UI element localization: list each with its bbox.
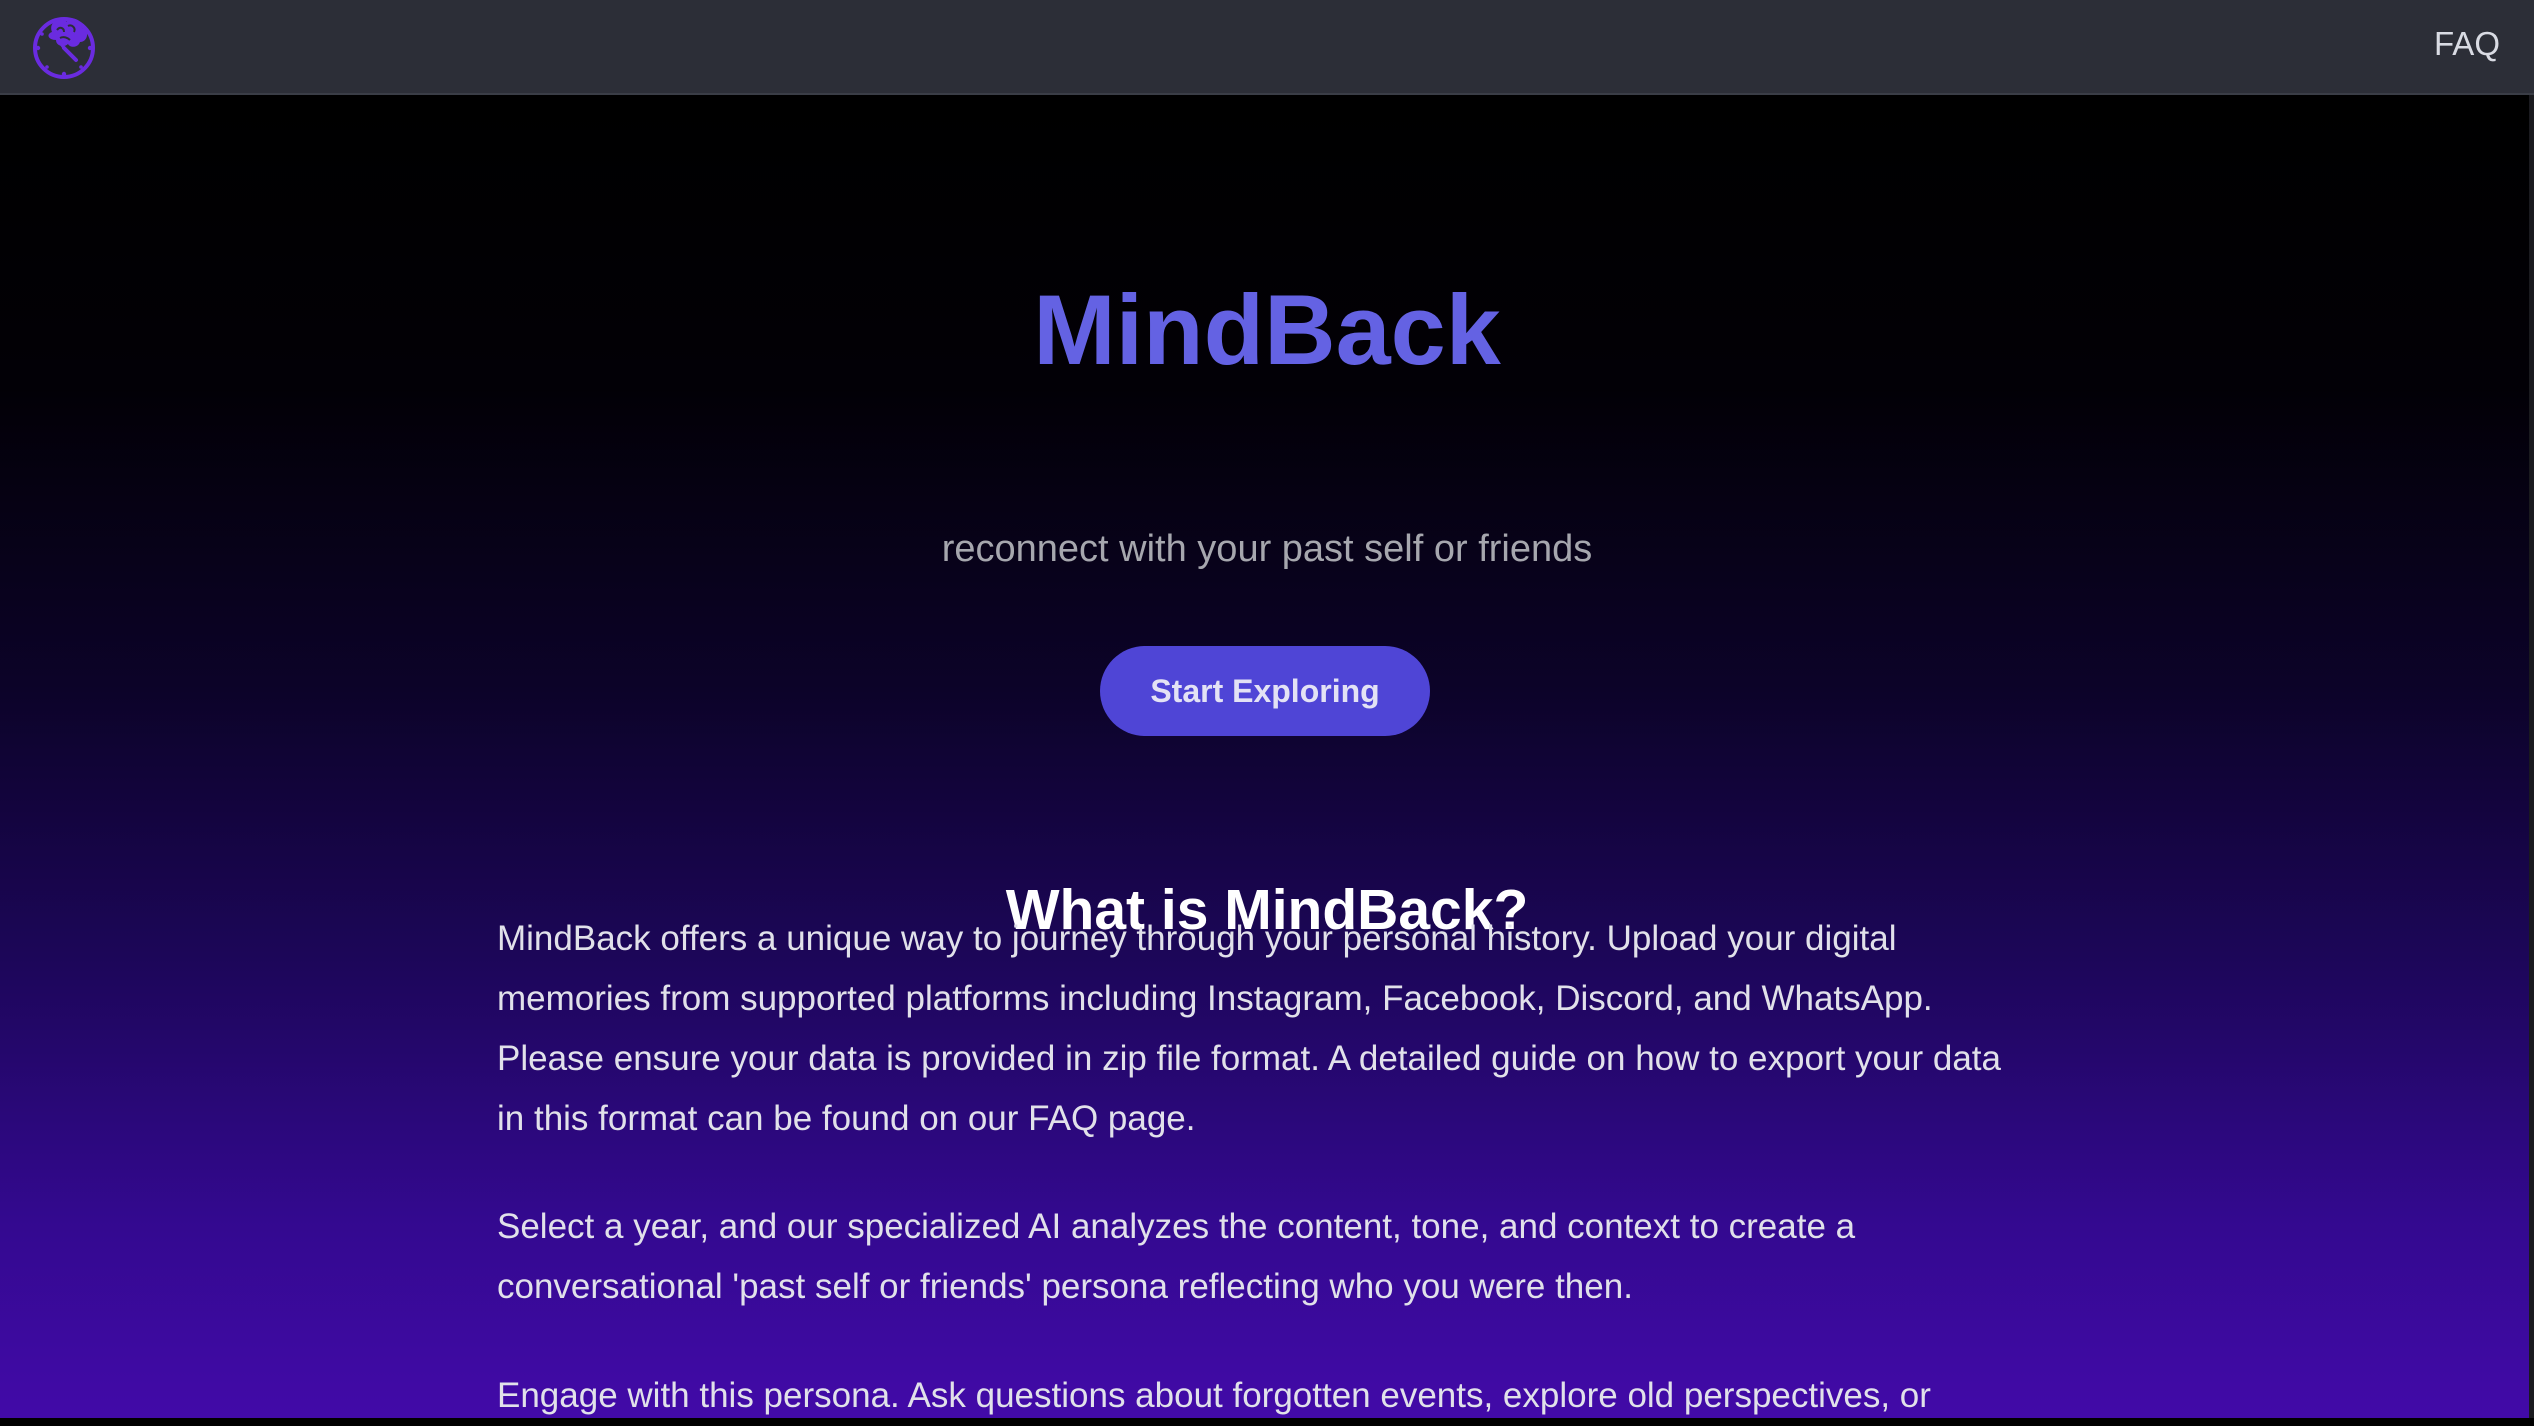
start-exploring-button[interactable]: Start Exploring bbox=[1100, 646, 1430, 736]
nav-faq-link[interactable]: FAQ bbox=[2434, 24, 2500, 64]
hero-subtitle: reconnect with your past self or friends bbox=[941, 528, 1593, 570]
top-navbar: FAQ bbox=[0, 0, 2534, 95]
hero-title: MindBack bbox=[1033, 274, 1501, 385]
brain-clock-icon[interactable] bbox=[30, 12, 98, 80]
about-paragraph-persona: Select a year, and our specialized AI an… bbox=[497, 1207, 1856, 1306]
about-paragraph-upload: MindBack offers a unique way to journey … bbox=[497, 919, 2001, 1138]
page-scrollbar[interactable] bbox=[2529, 95, 2534, 1418]
about-paragraph-engage: Engage with this persona. Ask questions … bbox=[497, 1376, 1931, 1415]
